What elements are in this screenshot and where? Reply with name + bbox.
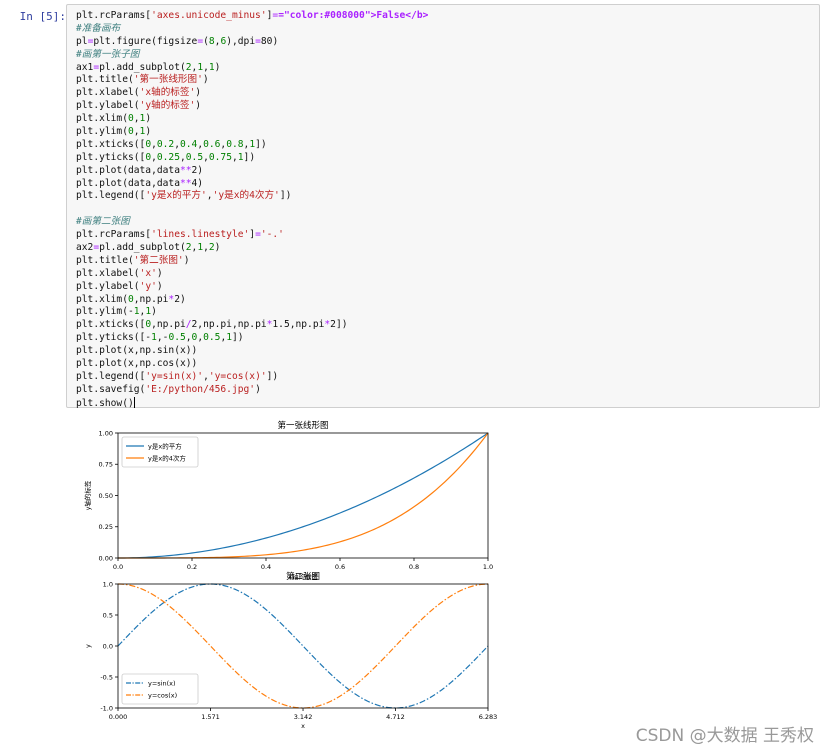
code-line: plt.yticks([-1,-0.5,0,0.5,1]) [76, 332, 244, 344]
code-line: plt.rcParams['lines.linestyle']='-.' [76, 229, 284, 241]
code-line: plt.plot(data,data**2) [76, 164, 204, 176]
code-line: plt.ylim(-1,1) [76, 306, 157, 318]
code-line: plt.savefig('E:/python/456.jpg') [76, 383, 261, 395]
code-cell[interactable]: plt.rcParams['axes.unicode_minus']=="col… [66, 4, 820, 410]
legend-label: y是x的平方 [148, 441, 182, 450]
y-tick-label: 0.50 [99, 492, 113, 500]
code-line: plt.xticks([0,np.pi/2,np.pi,np.pi*1.5,np… [76, 319, 348, 331]
x-tick-label: 0.6 [335, 563, 345, 571]
code-line: #准备画布 [76, 22, 121, 34]
code-line: #画第二张图 [76, 216, 130, 228]
legend-label: y是x的4次方 [148, 453, 186, 462]
chart-title: 第二张图 [286, 571, 320, 582]
code-line: plt.title('第二张图') [76, 254, 190, 266]
x-tick-label: 0.0 [113, 563, 123, 571]
x-tick-label: 0.8 [409, 563, 419, 571]
y-tick-label: 0.5 [103, 611, 113, 619]
code-line: plt.ylabel('y') [76, 280, 163, 292]
code-line: plt.plot(x,np.sin(x)) [76, 345, 198, 357]
code-line: plt.plot(x,np.cos(x)) [76, 358, 198, 370]
x-tick-label: 0.4 [261, 563, 271, 571]
y-tick-label: 1.0 [103, 580, 113, 588]
x-tick-label: 0.000 [109, 713, 128, 721]
code-line: plt.ylabel('y轴的标签') [76, 100, 202, 112]
input-prompt: In [5]: [19, 10, 66, 23]
x-tick-label: 4.712 [386, 713, 405, 721]
y-axis-label: y轴的标签 [83, 480, 92, 510]
code-line: plt.ylim(0,1) [76, 126, 152, 138]
y-tick-label: 0.00 [99, 554, 113, 562]
code-line: plt.xticks([0,0.2,0.4,0.6,0.8,1]) [76, 138, 267, 150]
x-tick-label: 3.142 [294, 713, 313, 721]
x-axis-label: x [301, 722, 305, 730]
code-editor[interactable]: plt.rcParams['axes.unicode_minus']=="col… [76, 10, 428, 410]
y-tick-label: -0.5 [100, 673, 113, 681]
code-line: plt.legend(['y是x的平方','y是x的4次方']) [76, 190, 292, 202]
code-line: plt.xlim(0,1) [76, 113, 152, 125]
chart-title: 第一张线形图 [277, 420, 328, 431]
code-line: ax2=pl.add_subplot(2,1,2) [76, 242, 221, 254]
code-line: plt.legend(['y=sin(x)','y=cos(x)']) [76, 370, 279, 382]
watermark: CSDN @大数据 王秀权 [635, 726, 814, 746]
legend-label: y=cos(x) [148, 691, 177, 699]
y-axis-label: y [84, 644, 92, 648]
figure-output: 第一张线形图 0.0 0.2 0.4 0.6 0.8 1.0 0.00 0.25 0.50 0.75… [83, 420, 498, 730]
code-line: pl=plt.figure(figsize=(8,6),dpi=80) [76, 35, 279, 47]
text-cursor [133, 396, 135, 408]
x-tick-label: 0.2 [187, 563, 197, 571]
code-line: plt.xlim(0,np.pi*2) [76, 293, 186, 305]
code-line: plt.plot(data,data**4) [76, 177, 204, 189]
code-line: plt.show() [76, 396, 135, 409]
y-tick-label: -1.0 [100, 704, 113, 712]
code-line: plt.title('第一张线形图') [76, 74, 209, 86]
x-tick-label: 1.0 [483, 563, 493, 571]
x-tick-label: 1.571 [201, 713, 220, 721]
x-tick-label: 6.283 [479, 713, 498, 721]
y-tick-label: 0.25 [99, 523, 113, 531]
code-line: plt.yticks([0,0.25,0.5,0.75,1]) [76, 151, 256, 163]
y-tick-label: 0.0 [103, 642, 113, 650]
legend-label: y=sin(x) [148, 679, 176, 687]
code-line: #画第一张子图 [76, 48, 140, 60]
code-line: plt.xlabel('x轴的标签') [76, 87, 202, 99]
y-tick-label: 0.75 [99, 461, 113, 469]
code-line: plt.xlabel('x') [76, 267, 163, 279]
y-tick-label: 1.00 [99, 429, 113, 437]
code-line: plt.rcParams['axes.unicode_minus']=="col… [76, 10, 429, 21]
code-line: ax1=pl.add_subplot(2,1,1) [76, 61, 221, 73]
